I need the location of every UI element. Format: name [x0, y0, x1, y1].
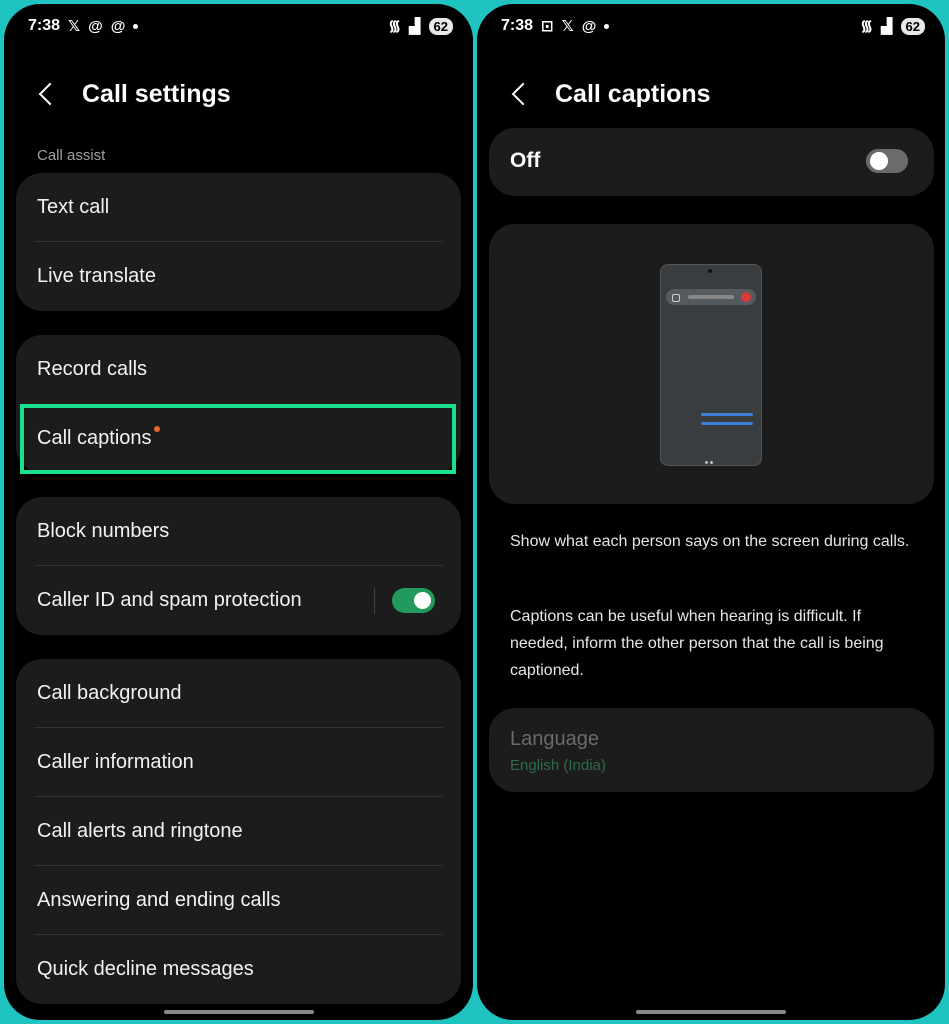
top-bar: Call captions [509, 74, 711, 114]
caption-line [701, 413, 753, 416]
battery-indicator: 62 [900, 17, 925, 35]
language-title: Language [510, 728, 599, 750]
toggle-knob [414, 592, 431, 609]
camera-dot [708, 269, 712, 273]
menu-item-label: Caller information [37, 751, 194, 773]
speaker-icon [672, 294, 680, 302]
menu-item-quick-decline[interactable]: Quick decline messages [16, 935, 461, 1004]
caption-line [701, 422, 753, 425]
signal-icon: ▟ [880, 18, 893, 35]
x-icon: 𝕏 [68, 18, 81, 35]
status-bar: 7:38 𝕏 @ @ ᯾ ▟ 62 [28, 14, 453, 38]
illustration-card [489, 224, 934, 504]
menu-item-caller-information[interactable]: Caller information [16, 728, 461, 797]
description-paragraph: Captions can be useful when hearing is d… [510, 608, 884, 679]
switch-label: Off [510, 149, 541, 172]
wifi-icon: ᯾ [388, 18, 401, 35]
page-dots [705, 451, 717, 464]
menu-item-call-background[interactable]: Call background [16, 659, 461, 728]
section-label: Call assist [37, 147, 106, 164]
call-options-group: Call background Caller information Call … [16, 659, 461, 1004]
call-pill [666, 289, 756, 305]
menu-item-label: Record calls [37, 358, 148, 380]
language-setting[interactable]: Language English (India) [489, 708, 934, 792]
highlight-box [20, 404, 456, 474]
menu-item-record-calls[interactable]: Record calls [16, 335, 461, 404]
menu-item-live-translate[interactable]: Live translate [16, 242, 461, 311]
menu-item-label: Quick decline messages [37, 958, 254, 980]
menu-item-label: Answering and ending calls [37, 889, 281, 911]
back-arrow-icon[interactable] [38, 82, 62, 106]
block-group: Block numbers Caller ID and spam protect… [16, 497, 461, 635]
threads-icon: @ [581, 17, 597, 35]
menu-item-text-call[interactable]: Text call [16, 173, 461, 242]
caption-bar [688, 295, 734, 299]
call-assist-group: Text call Live translate [16, 173, 461, 311]
x-icon: 𝕏 [561, 18, 574, 35]
menu-item-block-numbers[interactable]: Block numbers [16, 497, 461, 566]
menu-item-label: Call alerts and ringtone [37, 820, 243, 842]
status-time: 7:38 [501, 17, 534, 34]
left-phone-screen: 7:38 𝕏 @ @ ᯾ ▟ 62 Call settings Call ass… [4, 4, 473, 1020]
end-call-icon [741, 292, 751, 302]
page-title: Call captions [555, 79, 711, 108]
right-phone-screen: 7:38 ⊡ 𝕏 @ ᯾ ▟ 62 Call captions Off Show… [477, 4, 945, 1020]
menu-item-caller-id[interactable]: Caller ID and spam protection [16, 566, 461, 635]
menu-item-label: Text call [37, 196, 110, 218]
menu-item-call-alerts[interactable]: Call alerts and ringtone [16, 797, 461, 866]
menu-item-label: Block numbers [37, 520, 170, 542]
nav-handle[interactable] [636, 1010, 786, 1014]
dot-icon [604, 23, 610, 29]
battery-indicator: 62 [428, 17, 453, 35]
menu-item-label: Call background [37, 682, 182, 704]
signal-icon: ▟ [408, 18, 421, 35]
nav-handle[interactable] [163, 1010, 314, 1014]
status-time: 7:38 [28, 17, 61, 34]
threads-icon: @ [110, 17, 126, 35]
menu-item-answering-ending[interactable]: Answering and ending calls [16, 866, 461, 935]
phone-illustration [660, 264, 762, 466]
language-value: English (India) [510, 757, 606, 774]
caller-id-toggle[interactable] [392, 588, 435, 613]
toggle-knob [870, 152, 888, 170]
page-title: Call settings [82, 79, 231, 108]
top-bar: Call settings [36, 74, 231, 114]
description-paragraph: Show what each person says on the screen… [510, 533, 910, 550]
wifi-icon: ᯾ [860, 18, 873, 35]
captions-toggle[interactable] [866, 149, 908, 173]
menu-item-label: Caller ID and spam protection [37, 589, 302, 611]
dot-icon [133, 23, 139, 29]
captions-master-switch[interactable]: Off [489, 128, 934, 196]
status-bar: 7:38 ⊡ 𝕏 @ ᯾ ▟ 62 [501, 14, 925, 38]
menu-item-label: Live translate [37, 265, 156, 287]
back-arrow-icon[interactable] [511, 82, 535, 106]
vertical-divider [374, 588, 375, 614]
screenshot-icon: ⊡ [541, 18, 554, 35]
threads-icon: @ [88, 17, 103, 35]
